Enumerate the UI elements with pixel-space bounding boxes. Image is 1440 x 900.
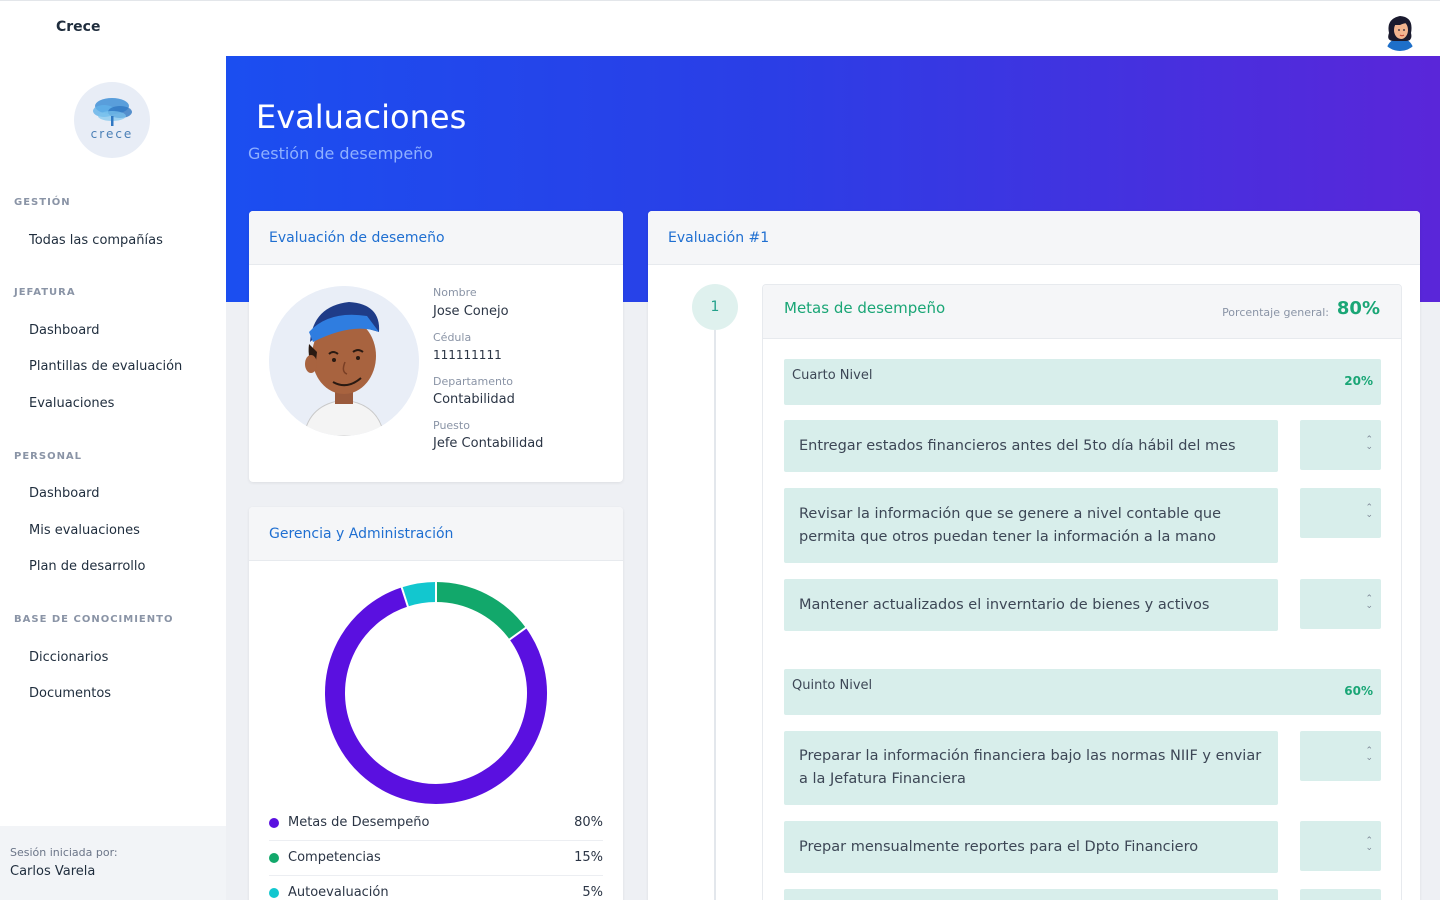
person-illustration-icon [269,286,419,436]
section-title-gestion: GESTIÓN [14,197,71,208]
overall-percentage-label: Porcentaje general: [1222,306,1329,319]
sidebar-item-mis-evaluaciones[interactable]: Mis evaluaciones [29,523,140,538]
sidebar-item-todas-las-companias[interactable]: Todas las compañías [29,233,163,248]
goal-rating-select[interactable]: ⌃ ⌄ [1300,579,1381,629]
chart-card-title: Gerencia y Administración [269,526,454,542]
level-name: Cuarto Nivel [792,368,873,383]
legend-name-autoevaluacion: Autoevaluación [288,885,389,900]
donut-segment-autoevaluacion [401,582,437,607]
goal-item: Revisar la información que se genere a n… [784,488,1278,563]
chevron-updown-icon: ⌃ ⌄ [1365,435,1373,452]
goal-item-partial [784,889,1278,900]
profile-card-header: Evaluación de desemeño [249,211,623,265]
section-title-jefatura: JEFATURA [14,287,76,298]
goals-title: Metas de desempeño [784,299,946,317]
legend-name-competencias: Competencias [288,850,381,865]
goal-item: Preparar la información financiera bajo … [784,731,1278,805]
position-value: Jefe Contabilidad [433,436,544,451]
brand-name[interactable]: Crece [56,19,100,35]
level-header-quinto: Quinto Nivel 60% [784,669,1381,715]
profile-card-title: Evaluación de desemeño [269,230,445,246]
goal-rating-select[interactable]: ⌃ ⌄ [1300,420,1381,470]
position-label: Puesto [433,419,470,432]
chevron-updown-icon: ⌃ ⌄ [1365,836,1373,853]
sidebar: crece GESTIÓN Todas las compañías JEFATU… [0,56,226,900]
chevron-updown-icon: ⌃ ⌄ [1365,594,1373,611]
overall-percentage-value: 80% [1336,298,1380,319]
tree-icon [93,98,132,126]
evaluation-card: Evaluación #1 1 Metas de desempeño Porce… [648,211,1420,900]
goals-panel: Metas de desempeño Porcentaje general: 8… [762,284,1402,900]
page-subtitle: Gestión de desempeño [248,144,434,163]
legend-value-competencias: 15% [574,850,603,865]
goals-header: Metas de desempeño Porcentaje general: 8… [763,285,1401,339]
goal-rating-select[interactable]: ⌃ ⌄ [1300,731,1381,781]
legend-value-autoevaluacion: 5% [582,885,603,900]
legend-dot-competencias [269,853,279,863]
employee-avatar [269,286,419,436]
sidebar-item-plantillas[interactable]: Plantillas de evaluación [29,359,182,374]
sidebar-item-evaluaciones[interactable]: Evaluaciones [29,396,114,411]
section-title-base-conocimiento: BASE DE CONOCIMIENTO [14,614,174,625]
section-title-personal: PERSONAL [14,451,83,462]
session-panel: Sesión iniciada por: Carlos Varela [0,826,226,900]
department-value: Contabilidad [433,392,515,407]
goal-item: Prepar mensualmente reportes para el Dpt… [784,821,1278,873]
sidebar-item-diccionarios[interactable]: Diccionarios [29,650,108,665]
page-title: Evaluaciones [256,98,467,136]
sidebar-item-personal-dashboard[interactable]: Dashboard [29,486,100,501]
level-percentage: 20% [1344,374,1373,388]
chevron-updown-icon: ⌃ ⌄ [1365,746,1373,763]
goal-rating-select[interactable]: ⌃ ⌄ [1300,821,1381,871]
session-user: Carlos Varela [10,864,96,879]
session-label: Sesión iniciada por: [10,846,118,859]
donut-chart [325,581,547,804]
evaluation-card-header: Evaluación #1 [648,211,1420,265]
goal-item: Mantener actualizados el inverntario de … [784,579,1278,631]
evaluation-title: Evaluación #1 [668,230,770,246]
company-logo: crece [74,82,150,158]
department-label: Departamento [433,375,514,388]
chevron-updown-icon: ⌃ ⌄ [1365,503,1373,520]
donut-segment-competencias [435,582,526,640]
legend-row-autoevaluacion: Autoevaluación 5% [269,877,603,900]
goal-item: Entregar estados financieros antes del 5… [784,420,1278,472]
goal-rating-select[interactable]: ⌃ ⌄ [1300,488,1381,538]
legend-row-metas: Metas de Desempeño 80% [269,807,603,841]
step-indicator[interactable]: 1 [692,284,738,330]
sidebar-item-plan-de-desarrollo[interactable]: Plan de desarrollo [29,559,145,574]
chart-card: Gerencia y Administración Metas de Desem… [249,507,623,900]
legend-name-metas: Metas de Desempeño [288,815,430,830]
name-label: Nombre [433,286,477,299]
chart-card-header: Gerencia y Administración [249,507,623,561]
legend-value-metas: 80% [574,815,603,830]
legend-dot-autoevaluacion [269,888,279,898]
goal-rating-select[interactable] [1300,889,1381,900]
level-name: Quinto Nivel [792,678,873,693]
sidebar-item-documentos[interactable]: Documentos [29,686,111,701]
top-bar: Crece [0,0,1440,56]
legend-dot-metas [269,818,279,828]
id-value: 111111111 [433,348,502,362]
sidebar-item-jefatura-dashboard[interactable]: Dashboard [29,323,100,338]
profile-card: Evaluación de desemeño Nombre Jose Conej… [249,211,623,482]
step-timeline [714,330,716,900]
user-avatar[interactable] [1380,11,1420,51]
level-percentage: 60% [1344,684,1373,698]
name-value: Jose Conejo [433,304,509,319]
level-header-cuarto: Cuarto Nivel 20% [784,359,1381,405]
legend-row-competencias: Competencias 15% [269,842,603,876]
logo-text: crece [90,127,134,141]
id-label: Cédula [433,331,472,344]
